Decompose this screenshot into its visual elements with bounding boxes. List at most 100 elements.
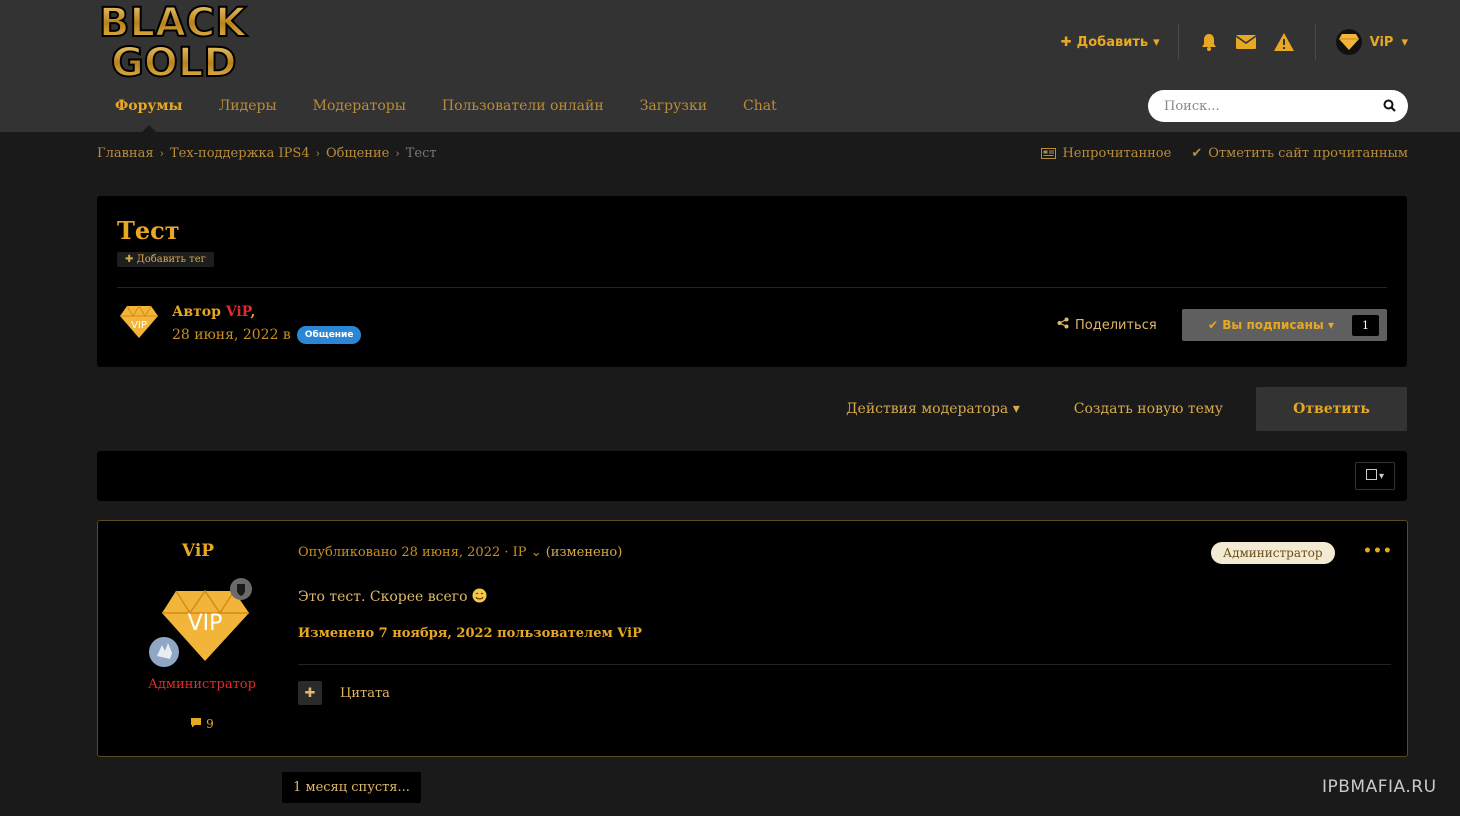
svg-text:VIP: VIP [188,611,223,636]
forum-badge[interactable]: Общение [296,326,362,344]
breadcrumb-support[interactable]: Тех-поддержка IPS4 [170,146,310,161]
topic-date: 28 июня, 2022 в Общение [172,326,362,344]
author-line: Автор ViP, [172,304,255,320]
user-menu[interactable]: ViP ▾ [1316,29,1408,55]
warning-icon[interactable] [1273,32,1295,52]
chevron-right-icon: › [159,147,164,160]
add-tag-button[interactable]: ✚ Добавить тег [117,252,214,267]
share-icon [1057,317,1069,333]
user-bar: ✚ Добавить ▾ ViP ▾ [1061,22,1408,62]
caret-down-icon: ▾ [1153,34,1160,50]
nav-item-online-users[interactable]: Пользователи онлайн [424,90,622,132]
post: ViP VIP Администратор 9 Опубликовано 28 … [97,520,1408,757]
topic-header: Тест ✚ Добавить тег VIP Автор ViP, 28 ию… [97,196,1407,367]
plus-icon: ✚ [1060,34,1072,50]
newspaper-icon [1041,148,1057,159]
post-controls: ✚ Цитата [298,681,390,705]
notification-icons [1179,24,1316,60]
post-filter-bar: ▾ [97,451,1407,501]
post-author-role: Администратор [148,677,256,692]
breadcrumb-home[interactable]: Главная [97,146,154,161]
username: ViP [1369,34,1394,50]
mark-read-link[interactable]: ✔ Отметить сайт прочитанным [1191,146,1408,161]
share-button[interactable]: Поделиться [1057,317,1157,333]
multimod-select-button[interactable]: ▾ [1355,462,1395,490]
author-avatar[interactable]: VIP [119,304,159,344]
follow-label: ✔ Вы подписаны ▾ [1190,318,1352,332]
nav-item-moderators[interactable]: Модераторы [295,90,424,132]
post-meta-prefix: Опубликовано [298,545,398,560]
logo-line-2: GOLD [111,40,237,82]
add-tag-label: Добавить тег [136,254,206,265]
post-count-value: 9 [206,717,214,731]
post-body-text: Это тест. Скорее всего [298,589,468,605]
breadcrumb-general[interactable]: Общение [326,146,389,161]
nav-item-chat[interactable]: Chat [725,90,795,132]
caret-down-icon: ▾ [1012,401,1020,417]
plus-icon: ✚ [304,685,316,701]
multiquote-button[interactable]: ✚ [298,681,322,705]
breadcrumb-current: Тест [405,146,437,161]
follow-count: 1 [1352,314,1379,336]
author-name[interactable]: ViP [226,304,251,320]
add-button[interactable]: ✚ Добавить ▾ [1061,24,1179,60]
nav-item-leaders[interactable]: Лидеры [201,90,295,132]
breadcrumb: Главная › Тех-поддержка IPS4 › Общение ›… [97,146,437,161]
post-count[interactable]: 9 [98,717,306,731]
caret-down-icon: ▾ [1378,470,1385,482]
chevron-down-icon: ⌄ [530,545,542,560]
share-label: Поделиться [1075,317,1157,333]
caret-down-icon: ▾ [1401,34,1408,50]
search-icon[interactable] [1383,97,1396,116]
checkbox-icon [1365,469,1377,483]
check-icon: ✔ [1191,146,1203,161]
nav-item-downloads[interactable]: Загрузки [622,90,725,132]
divider [298,664,1391,665]
topic-date-text: 28 июня, 2022 в [172,327,291,343]
moderator-actions-label: Действия модератора [846,401,1009,417]
smile-emoji-icon [472,588,487,605]
breadcrumb-actions: Непрочитанное ✔ Отметить сайт прочитанны… [1041,146,1408,161]
role-badge: Администратор [1211,542,1335,564]
caret-down-icon: ▾ [1327,318,1334,332]
unread-link[interactable]: Непрочитанное [1041,146,1171,161]
author-prefix: Автор [172,304,221,320]
ellipsis-icon[interactable]: ••• [1363,543,1393,559]
time-gap-label: 1 месяц спустя... [282,772,421,803]
post-meta: Опубликовано 28 июня, 2022 · IP ⌄ (измен… [298,545,622,560]
nav-item-forums[interactable]: Форумы [97,90,201,132]
post-edited-label: (изменено) [545,545,623,560]
post-ip-link[interactable]: · IP ⌄ [504,545,545,560]
topic-title: Тест [117,216,180,245]
mark-read-label: Отметить сайт прочитанным [1208,146,1408,161]
post-content: Это тест. Скорее всего [298,588,487,605]
reply-button[interactable]: Ответить [1256,387,1407,431]
site-header: BLACK GOLD ✚ Добавить ▾ ViP ▾ Форумы Лид… [0,0,1460,132]
edit-note: Изменено 7 ноября, 2022 пользователем Vi… [298,626,642,641]
post-ip-label: · IP [504,545,527,560]
user-avatar [1335,29,1362,55]
add-button-label: Добавить [1076,34,1149,50]
plus-icon: ✚ [125,254,134,265]
new-topic-button[interactable]: Создать новую тему [1074,401,1223,417]
follow-button[interactable]: ✔ Вы подписаны ▾ 1 [1182,309,1387,341]
quote-button[interactable]: Цитата [340,686,390,701]
post-date[interactable]: 28 июня, 2022 [401,545,500,560]
main-nav: Форумы Лидеры Модераторы Пользователи он… [97,90,795,132]
topic-actions: Действия модератора ▾ Создать новую тему… [846,387,1407,431]
unread-label: Непрочитанное [1062,146,1172,161]
search-box [1148,90,1408,122]
comma: , [250,304,256,320]
watermark: IPBMAFIA.RU [1322,777,1437,797]
bell-icon[interactable] [1199,32,1219,52]
site-logo[interactable]: BLACK GOLD [97,0,311,82]
check-icon: ✔ [1208,318,1219,332]
search-input[interactable] [1164,98,1383,114]
chevron-right-icon: › [315,147,321,160]
svg-text:VIP: VIP [131,320,147,331]
follow-text: Вы подписаны [1222,318,1324,332]
post-avatar[interactable]: VIP [148,557,258,667]
envelope-icon[interactable] [1235,33,1257,51]
comment-icon [190,717,206,731]
moderator-actions-button[interactable]: Действия модератора ▾ [846,401,1020,417]
